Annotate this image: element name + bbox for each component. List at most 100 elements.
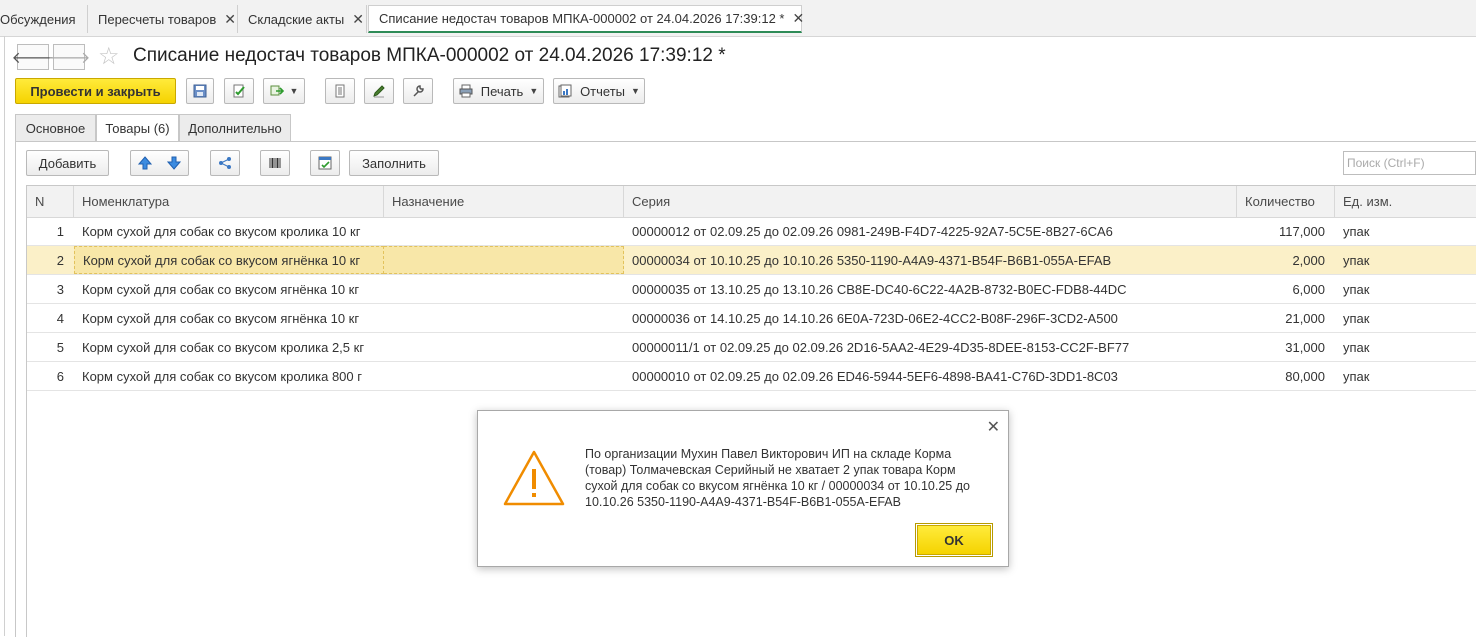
cell-quantity: 80,000 <box>1285 368 1325 384</box>
movements-report-button[interactable] <box>325 78 355 104</box>
arrow-up-icon[interactable] <box>138 156 153 170</box>
cell-purpose <box>384 333 624 361</box>
cell-item: Корм сухой для собак со вкусом ягнёнка 1… <box>74 246 384 274</box>
cell-purpose <box>384 217 624 245</box>
ok-button[interactable]: OK <box>915 523 993 557</box>
post-button[interactable] <box>224 78 254 104</box>
close-icon[interactable]: ✕ <box>987 417 1000 437</box>
chevron-down-icon: ▼ <box>631 86 640 96</box>
reports-icon <box>558 84 572 98</box>
cell-series: 00000034 от 10.10.25 до 10.10.26 5350-11… <box>632 252 1112 268</box>
printer-icon <box>459 84 473 98</box>
button-label: Отчеты <box>580 83 625 99</box>
cell-unit: упак <box>1343 339 1370 355</box>
split-line-button[interactable] <box>210 150 240 176</box>
list-icon <box>335 84 345 98</box>
column-header-n[interactable]: N <box>27 186 74 217</box>
wrench-icon <box>413 85 424 97</box>
tab-label: Обсуждения <box>0 11 76 27</box>
dialog-message: По организации Мухин Павел Викторович ИП… <box>585 447 970 509</box>
cell-quantity: 2,000 <box>1292 252 1325 268</box>
favorite-star-icon[interactable]: ☆ <box>98 44 120 70</box>
checklist-icon <box>318 156 332 170</box>
window-tabs-bar: Обсуждения Пересчеты товаров ✕ Складские… <box>0 0 1476 37</box>
save-icon <box>193 84 207 98</box>
column-header-purpose[interactable]: Назначение <box>384 186 624 217</box>
add-button[interactable]: Добавить <box>26 150 109 176</box>
cell-n: 5 <box>56 339 64 355</box>
cell-item: Корм сухой для собак со вкусом ягнёнка 1… <box>82 310 360 326</box>
select-goods-button[interactable] <box>310 150 340 176</box>
tab-label: Товары (6) <box>105 120 170 136</box>
search-input[interactable]: Поиск (Ctrl+F) <box>1343 151 1476 175</box>
tab-shortage-writeoff[interactable]: Списание недостач товаров МПКА-000002 от… <box>368 5 804 33</box>
settings-button[interactable] <box>403 78 433 104</box>
barcode-button[interactable] <box>260 150 290 176</box>
tab-label: Складские акты <box>248 11 345 27</box>
warning-icon <box>503 450 565 506</box>
cell-series: 00000010 от 02.09.25 до 02.09.26 ED46-59… <box>632 368 1118 384</box>
arrow-down-icon[interactable] <box>166 156 181 170</box>
print-button[interactable]: Печать ▼ <box>453 78 544 104</box>
tab-inventory-recounts[interactable]: Пересчеты товаров ✕ <box>88 5 238 33</box>
edit-button[interactable] <box>364 78 394 104</box>
warning-dialog: ✕ По организации Мухин Павел Викторович … <box>477 410 1009 567</box>
table-row[interactable]: 1 Корм сухой для собак со вкусом кролика… <box>27 217 1476 246</box>
table-row-selected[interactable]: 2 Корм сухой для собак со вкусом ягнёнка… <box>27 246 1476 275</box>
table-row[interactable]: 3 Корм сухой для собак со вкусом ягнёнка… <box>27 275 1476 304</box>
cell-unit: упак <box>1343 368 1370 384</box>
tab-label: Дополнительно <box>188 120 282 136</box>
cell-unit: упак <box>1343 281 1370 297</box>
cell-item: Корм сухой для собак со вкусом ягнёнка 1… <box>82 281 360 297</box>
cell-quantity: 31,000 <box>1285 339 1325 355</box>
forward-button[interactable]: 🡒 <box>48 44 90 70</box>
button-label: Печать <box>480 83 524 99</box>
table-row[interactable]: 4 Корм сухой для собак со вкусом ягнёнка… <box>27 304 1476 333</box>
post-document-icon <box>233 84 245 98</box>
cell-series: 00000036 от 14.10.25 до 14.10.26 6E0A-72… <box>632 310 1118 326</box>
close-icon[interactable]: ✕ <box>352 11 364 28</box>
post-and-close-button[interactable]: Провести и закрыть <box>15 78 176 104</box>
tab-additional[interactable]: Дополнительно <box>179 114 291 142</box>
close-icon[interactable]: ✕ <box>792 10 804 27</box>
search-placeholder: Поиск (Ctrl+F) <box>1347 156 1425 170</box>
column-header-item[interactable]: Номенклатура <box>74 186 384 217</box>
tab-label: Основное <box>25 120 86 136</box>
create-based-on-icon <box>270 85 284 96</box>
reports-button[interactable]: Отчеты ▼ <box>553 78 645 104</box>
tab-main[interactable]: Основное <box>15 114 96 142</box>
button-label: Добавить <box>38 155 97 171</box>
arrow-right-icon: 🡒 <box>47 49 91 67</box>
tab-warehouse-acts[interactable]: Складские акты ✕ <box>238 5 367 33</box>
move-buttons <box>130 150 189 176</box>
cell-n: 6 <box>56 368 64 384</box>
cell-unit: упак <box>1343 223 1370 239</box>
create-based-on-button[interactable]: ▼ <box>263 78 305 104</box>
table-row[interactable]: 6 Корм сухой для собак со вкусом кролика… <box>27 362 1476 391</box>
tab-discussions[interactable]: Обсуждения <box>0 5 88 33</box>
cell-series: 00000012 от 02.09.25 до 02.09.26 0981-24… <box>632 223 1113 239</box>
column-header-series[interactable]: Серия <box>624 186 1237 217</box>
cell-purpose <box>384 275 624 303</box>
pencil-icon <box>373 85 385 98</box>
column-header-unit[interactable]: Ед. изм. <box>1335 186 1476 217</box>
save-button[interactable] <box>186 78 214 104</box>
page-title: Списание недостач товаров МПКА-000002 от… <box>133 45 726 66</box>
fill-button[interactable]: Заполнить <box>349 150 439 176</box>
table-row[interactable]: 5 Корм сухой для собак со вкусом кролика… <box>27 333 1476 362</box>
cell-n: 3 <box>56 281 64 297</box>
close-icon[interactable]: ✕ <box>224 11 236 28</box>
barcode-icon <box>269 158 281 168</box>
chevron-down-icon: ▼ <box>529 86 539 96</box>
split-icon <box>219 157 231 169</box>
chevron-down-icon: ▼ <box>289 86 299 96</box>
tab-goods[interactable]: Товары (6) <box>96 114 179 142</box>
cell-quantity: 6,000 <box>1292 281 1325 297</box>
tab-label: Списание недостач товаров МПКА-000002 от… <box>379 11 785 26</box>
button-label: Провести и закрыть <box>30 83 161 99</box>
cell-purpose <box>384 304 624 332</box>
back-button[interactable]: 🡐 <box>12 44 54 70</box>
column-header-quantity[interactable]: Количество <box>1237 186 1335 217</box>
cell-purpose <box>384 362 624 390</box>
cell-n: 4 <box>56 310 64 326</box>
